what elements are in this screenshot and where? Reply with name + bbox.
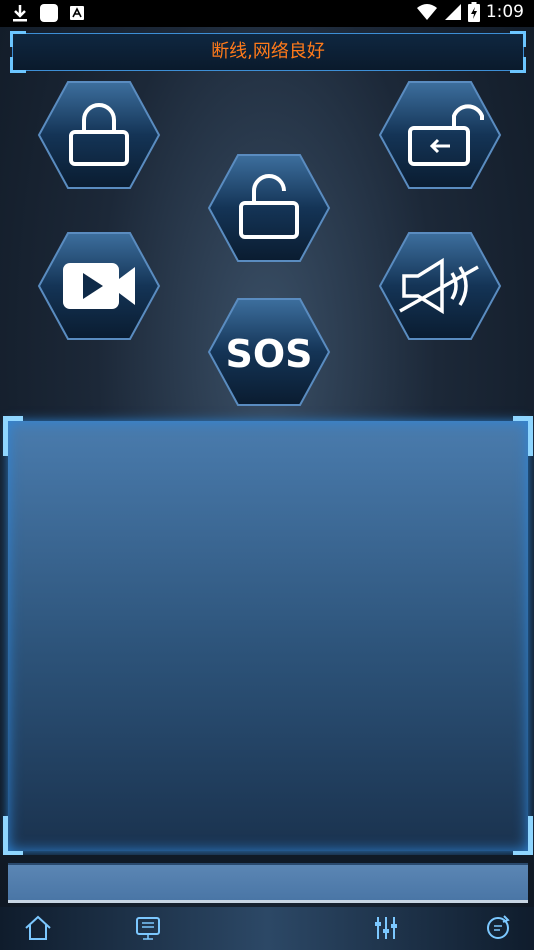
message-strip[interactable] [8,863,528,903]
bottom-nav [0,907,534,950]
nav-settings-button[interactable] [370,913,402,943]
panel-corner [513,416,533,456]
nav-home-button[interactable] [22,913,54,943]
lock-button[interactable] [37,80,161,190]
connection-status-title: 断线,网络良好 [211,41,325,62]
panel-corner [513,816,533,856]
download-icon [13,5,27,22]
nav-screen-button[interactable] [132,913,164,943]
panel-corner [3,816,23,856]
panel-corner [3,416,23,456]
sliders-icon [375,917,397,939]
unlock-button[interactable] [207,153,331,263]
nav-refresh-button[interactable] [482,913,514,943]
remote-control-app: 断线,网络良好 SOS [0,27,534,950]
title-bar: 断线,网络良好 [10,31,526,73]
status-bar: 1:09 [0,0,534,27]
clock-time: 1:09 [485,2,524,22]
home-icon [25,915,51,940]
mute-button[interactable] [378,231,502,341]
monitor-icon [136,917,160,940]
sos-icon: SOS [225,332,312,376]
keyboard-a-icon [70,6,84,20]
unlock-trunk-button[interactable] [378,80,502,190]
divider [0,855,534,863]
sos-button[interactable]: SOS [207,297,331,407]
refresh-icon [487,915,510,939]
video-display-panel [3,416,533,856]
battery-icon [467,2,480,22]
wifi-icon [416,4,437,20]
app-square-icon [40,4,58,22]
signal-icon [444,4,461,20]
video-button[interactable] [37,231,161,341]
